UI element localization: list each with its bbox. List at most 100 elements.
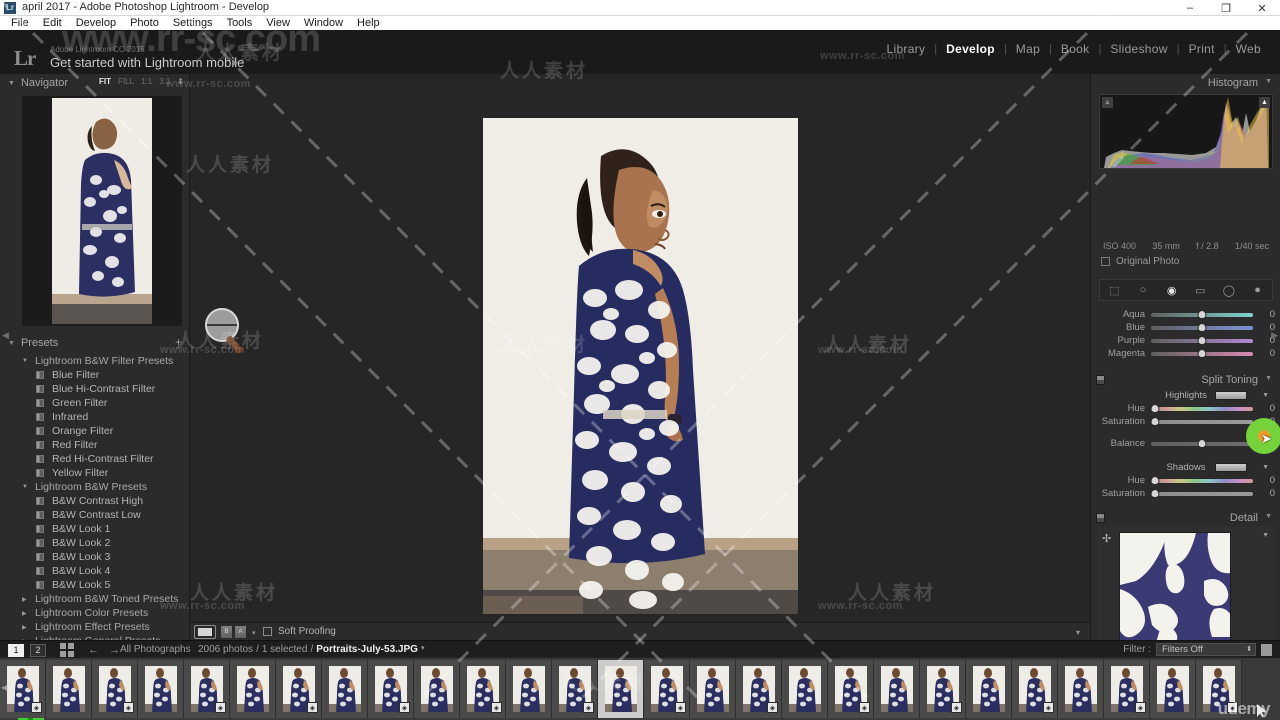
shadows-saturation-knob[interactable]	[1150, 488, 1160, 498]
soft-proofing-checkbox[interactable]	[263, 627, 272, 636]
develop-badge-icon[interactable]: ◈	[951, 702, 962, 713]
back-arrow-icon[interactable]: ←	[88, 644, 99, 656]
preset-item[interactable]: Yellow Filter	[0, 466, 189, 480]
filmstrip-thumbnail[interactable]	[322, 660, 368, 718]
module-slideshow[interactable]: Slideshow	[1101, 42, 1176, 56]
monitor-1-button[interactable]: 1	[8, 643, 24, 657]
red-eye-tool[interactable]: ◉	[1162, 282, 1182, 298]
develop-badge-icon[interactable]: ◈	[1135, 702, 1146, 713]
filmstrip-thumbnail[interactable]	[966, 660, 1012, 718]
source-label[interactable]: All Photographs	[120, 644, 191, 655]
preset-group-1[interactable]: ▼ Lightroom B&W Presets	[0, 480, 189, 494]
target-adjust-icon[interactable]: ✢	[1102, 532, 1111, 545]
detail-header[interactable]: Detail ▼	[1091, 509, 1280, 527]
filmstrip-thumbnail[interactable]: ◈	[1012, 660, 1058, 718]
preset-group-4[interactable]: ▶ Lightroom Effect Presets	[0, 620, 189, 634]
chevron-updown-icon[interactable]: ⬍	[1246, 645, 1252, 653]
filmstrip-thumbnail[interactable]	[598, 660, 644, 718]
add-preset-icon[interactable]: +	[175, 336, 182, 348]
highlights-saturation-track[interactable]	[1150, 416, 1253, 426]
chevron-down-icon[interactable]: ▼	[8, 80, 15, 87]
filmstrip-thumbnail[interactable]	[230, 660, 276, 718]
chevron-down-icon[interactable]: ▼	[22, 484, 28, 490]
menu-item-window[interactable]: Window	[297, 16, 350, 30]
left-panel-collapse-arrow[interactable]: ◀	[2, 330, 9, 341]
module-library[interactable]: Library	[878, 42, 935, 56]
filter-flag-icon[interactable]	[1261, 643, 1272, 656]
loupe-view-icon[interactable]	[194, 625, 216, 639]
menu-item-view[interactable]: View	[259, 16, 297, 30]
balance-track[interactable]	[1151, 438, 1253, 448]
balance-knob[interactable]	[1197, 438, 1207, 448]
filmstrip-thumbnail[interactable]: ◈	[644, 660, 690, 718]
module-print[interactable]: Print	[1180, 42, 1224, 56]
filmstrip-thumbnail[interactable]	[46, 660, 92, 718]
filename-caret-icon[interactable]: ▾	[421, 644, 425, 655]
original-photo-toggle[interactable]: Original Photo	[1101, 256, 1179, 267]
develop-badge-icon[interactable]: ◈	[675, 702, 686, 713]
zoom-mode-fit[interactable]: FIT	[99, 77, 111, 86]
right-panel-collapse-arrow[interactable]: ▶	[1271, 330, 1278, 341]
preset-item[interactable]: Red Hi-Contrast Filter	[0, 452, 189, 466]
soft-proofing-toggle[interactable]: Soft Proofing	[263, 626, 336, 637]
preset-group-2[interactable]: ▶ Lightroom B&W Toned Presets	[0, 592, 189, 606]
forward-arrow-icon[interactable]: →	[109, 644, 120, 656]
aqua-knob[interactable]	[1197, 309, 1207, 319]
play-arrow-icon[interactable]: ▶	[232, 58, 238, 67]
chevron-down-icon[interactable]: ▼	[1262, 464, 1269, 471]
preset-item[interactable]: Orange Filter	[0, 424, 189, 438]
preset-item[interactable]: Blue Hi-Contrast Filter	[0, 382, 189, 396]
menu-item-settings[interactable]: Settings	[166, 16, 220, 30]
develop-badge-icon[interactable]: ◈	[491, 702, 502, 713]
filmstrip-thumbnail[interactable]: ◈	[92, 660, 138, 718]
filmstrip-scroll-left-arrow[interactable]: ◀	[1, 683, 7, 692]
module-develop[interactable]: Develop	[937, 42, 1004, 56]
develop-badge-icon[interactable]: ◈	[215, 702, 226, 713]
chevron-down-icon[interactable]: ▼	[22, 358, 28, 364]
chevron-right-icon[interactable]: ▶	[22, 624, 28, 631]
zoom-mode-fill[interactable]: FILL	[118, 77, 134, 86]
highlights-hue-knob[interactable]	[1150, 403, 1160, 413]
develop-badge-icon[interactable]: ◈	[1043, 702, 1054, 713]
chevron-down-icon[interactable]: ▼	[1265, 375, 1272, 382]
filmstrip-thumbnail[interactable]: ◈	[1104, 660, 1150, 718]
chevron-down-icon[interactable]: ▼	[1262, 392, 1269, 399]
menu-item-help[interactable]: Help	[350, 16, 387, 30]
module-map[interactable]: Map	[1007, 42, 1049, 56]
chevron-down-icon[interactable]: ▼	[1265, 78, 1272, 85]
develop-badge-icon[interactable]: ◈	[859, 702, 870, 713]
develop-badge-icon[interactable]: ◈	[767, 702, 778, 713]
magenta-value[interactable]: 0	[1253, 348, 1275, 359]
zoom-mode-1-1[interactable]: 1:1	[141, 77, 152, 86]
shadows-hue-track[interactable]	[1150, 475, 1253, 485]
menu-item-develop[interactable]: Develop	[69, 16, 123, 30]
preset-item[interactable]: B&W Look 3	[0, 550, 189, 564]
detail-preview-caret-icon[interactable]: ▼	[1262, 532, 1269, 539]
identity-plate[interactable]: Lr Adobe Lightroom CC 2015 Get started w…	[10, 34, 430, 72]
filmstrip-thumbnail[interactable]	[414, 660, 460, 718]
filmstrip-thumbnail[interactable]: ◈	[828, 660, 874, 718]
highlights-hue-value[interactable]: 0	[1253, 403, 1275, 414]
preset-group-3[interactable]: ▶ Lightroom Color Presets	[0, 606, 189, 620]
filmstrip-thumbnail[interactable]	[782, 660, 828, 718]
preset-item[interactable]: B&W Look 1	[0, 522, 189, 536]
highlights-color-swatch[interactable]	[1215, 391, 1247, 400]
filmstrip-thumbnail[interactable]	[690, 660, 736, 718]
close-button[interactable]: ✕	[1244, 0, 1280, 16]
menu-item-tools[interactable]: Tools	[220, 16, 260, 30]
split-toning-header[interactable]: Split Toning ▼	[1091, 371, 1280, 389]
filmstrip-thumbnail[interactable]	[1150, 660, 1196, 718]
highlights-saturation-knob[interactable]	[1150, 416, 1160, 426]
chevron-down-icon[interactable]: ▼	[1265, 513, 1272, 520]
menu-item-file[interactable]: File	[4, 16, 36, 30]
blue-knob[interactable]	[1197, 322, 1207, 332]
highlights-hue-track[interactable]	[1150, 403, 1253, 413]
chevron-right-icon[interactable]: ▶	[22, 596, 28, 603]
detail-switch-icon[interactable]	[1096, 513, 1105, 523]
menu-item-photo[interactable]: Photo	[123, 16, 166, 30]
preset-item[interactable]: B&W Contrast Low	[0, 508, 189, 522]
menu-item-edit[interactable]: Edit	[36, 16, 69, 30]
histogram-graph[interactable]: ▲ ▲	[1099, 94, 1273, 169]
filter-select[interactable]: Filters Off ⬍	[1156, 643, 1256, 656]
filmstrip-thumbnail[interactable]: ◈	[460, 660, 506, 718]
